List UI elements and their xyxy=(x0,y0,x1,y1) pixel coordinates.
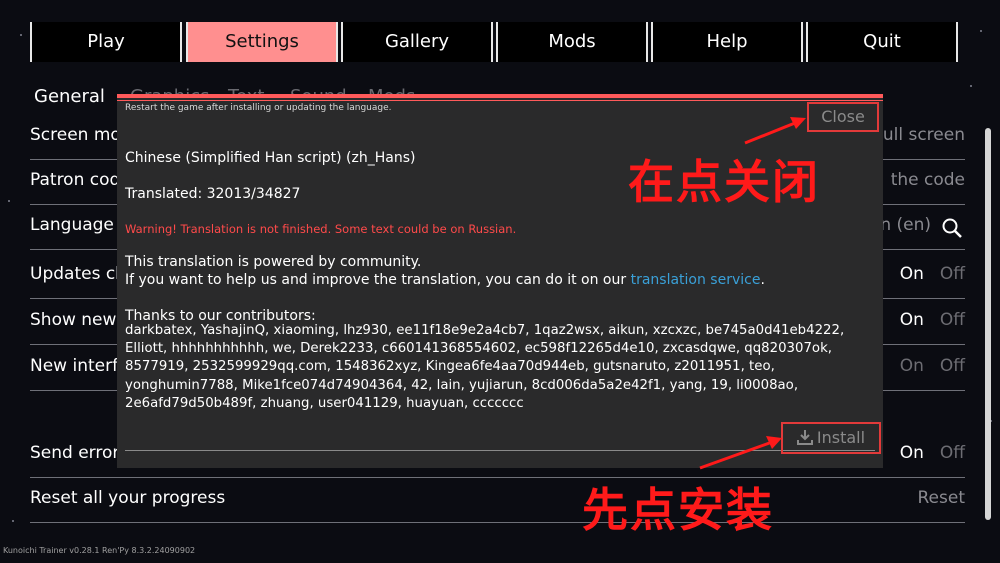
annotation-install-note: 先点安装 xyxy=(582,483,774,537)
annotation-arrows xyxy=(699,117,806,470)
annotation-close-note: 在点关闭 xyxy=(628,155,820,209)
